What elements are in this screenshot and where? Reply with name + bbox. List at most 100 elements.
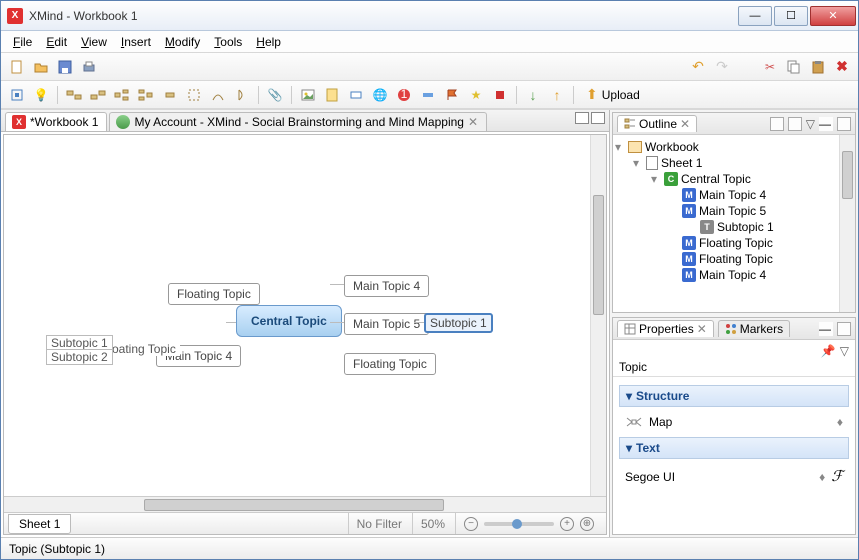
redo-icon[interactable]: ↷ [712,57,732,77]
properties-close-icon[interactable]: ✕ [697,322,707,336]
zoom-fit-button[interactable]: ⊕ [580,517,594,531]
upload-button[interactable]: ⬆ Upload [580,84,646,105]
zoom-slider[interactable] [484,522,554,526]
tab-minimize-icon[interactable] [575,112,589,124]
outline-max-icon[interactable] [837,117,851,131]
menu-edit[interactable]: Edit [40,33,73,51]
parent-topic-icon[interactable] [136,85,156,105]
drilldown-icon[interactable] [7,85,27,105]
attachment-icon[interactable]: 📎 [265,85,285,105]
new-icon[interactable] [7,57,27,77]
canvas-hscroll[interactable] [4,496,606,512]
floating-topic-icon[interactable] [160,85,180,105]
delete-icon[interactable]: ✖ [832,57,852,77]
cut-icon[interactable]: ✂ [760,57,780,77]
node-floating-2[interactable]: Floating Topic [344,353,436,375]
outline-tree[interactable]: ▾Workbook▾Sheet 1▾CCentral Topic MMain T… [613,135,855,312]
close-button[interactable]: ✕ [810,6,856,26]
outline-item[interactable]: MMain Topic 4 [615,187,853,203]
node-main-topic-5[interactable]: Main Topic 5 [344,313,429,335]
move-down-icon[interactable]: ↓ [523,85,543,105]
outline-item[interactable]: MFloating Topic [615,251,853,267]
minimize-button[interactable]: — [738,6,772,26]
outline-item[interactable]: ▾CCentral Topic [615,171,853,187]
outline-item[interactable]: MFloating Topic [615,235,853,251]
boundary-icon[interactable] [184,85,204,105]
node-subtopic-2[interactable]: Subtopic 2 [46,349,113,365]
zoom-in-button[interactable]: + [560,517,574,531]
copy-icon[interactable] [784,57,804,77]
notes-icon[interactable] [322,85,342,105]
brainstorm-icon[interactable]: 💡 [31,85,51,105]
menu-insert[interactable]: Insert [115,33,157,51]
props-max-icon[interactable] [837,322,851,336]
label-icon[interactable] [346,85,366,105]
font-selector[interactable]: Segoe UI ♦ ℱ [619,463,849,490]
zoom-out-button[interactable]: − [464,517,478,531]
expand-icon[interactable]: ▾ [651,172,661,186]
outline-min-icon[interactable]: — [819,117,833,131]
sheet-tab[interactable]: Sheet 1 [8,514,71,534]
tab-maximize-icon[interactable] [591,112,605,124]
spinner-icon[interactable]: ♦ [819,470,825,484]
outline-item[interactable]: MMain Topic 4 [615,267,853,283]
canvas-vscroll[interactable] [590,135,606,496]
menu-tools[interactable]: Tools [208,33,248,51]
filter-status[interactable]: No Filter [348,513,410,534]
marker-task-icon[interactable] [418,85,438,105]
subtopic-icon[interactable] [112,85,132,105]
summary-icon[interactable] [232,85,252,105]
properties-tab[interactable]: Properties ✕ [617,320,714,337]
node-floating-1[interactable]: Floating Topic [168,283,260,305]
outline-tab[interactable]: Outline ✕ [617,115,697,132]
print-icon[interactable] [79,57,99,77]
node-central-topic[interactable]: Central Topic [236,305,342,337]
props-menu-icon[interactable]: ▽ [840,344,849,358]
image-icon[interactable] [298,85,318,105]
marker-square-icon[interactable] [490,85,510,105]
outline-vscroll[interactable] [839,135,855,312]
structure-selector[interactable]: Map ♦ [619,411,849,433]
expand-icon[interactable]: ▾ [615,140,625,154]
node-main-topic-4[interactable]: Main Topic 4 [344,275,429,297]
spinner-icon[interactable]: ♦ [837,415,843,429]
expand-icon[interactable]: ▾ [633,156,643,170]
pin-icon[interactable]: 📌 [821,344,836,358]
hyperlink-icon[interactable]: 🌐 [370,85,390,105]
open-icon[interactable] [31,57,51,77]
menu-modify[interactable]: Modify [159,33,206,51]
outline-item[interactable]: MMain Topic 5 [615,203,853,219]
outline-item[interactable]: ▾Sheet 1 [615,155,853,171]
tab-browser[interactable]: My Account - XMind - Social Brainstormin… [109,112,487,131]
font-dialog-icon[interactable]: ℱ [831,467,843,486]
menu-help[interactable]: Help [250,33,287,51]
section-text[interactable]: ▾ Text [619,437,849,459]
mindmap-canvas[interactable]: Central Topic Main Topic 4 Main Topic 5 … [4,135,606,496]
section-structure[interactable]: ▾ Structure [619,385,849,407]
move-up-icon[interactable]: ↑ [547,85,567,105]
outline-item[interactable]: ▾Workbook [615,139,853,155]
menu-file[interactable]: File [7,33,38,51]
topic-before-icon[interactable] [88,85,108,105]
marker-star-icon[interactable]: ★ [466,85,486,105]
outline-close-icon[interactable]: ✕ [680,117,690,131]
zoom-value[interactable]: 50% [412,513,453,534]
tab-close-icon[interactable]: ✕ [468,115,478,129]
node-subtopic-1-selected[interactable]: Subtopic 1 [424,313,493,333]
paste-icon[interactable] [808,57,828,77]
markers-tab[interactable]: Markers [718,320,790,337]
props-min-icon[interactable]: — [819,322,833,336]
outline-view1-icon[interactable] [770,117,784,131]
tab-workbook[interactable]: X *Workbook 1 [5,112,107,131]
topic-after-icon[interactable] [64,85,84,105]
outline-item[interactable]: TSubtopic 1 [615,219,853,235]
outline-view2-icon[interactable] [788,117,802,131]
marker-priority-icon[interactable]: 1 [394,85,414,105]
relationship-icon[interactable] [208,85,228,105]
marker-flag-icon[interactable] [442,85,462,105]
save-icon[interactable] [55,57,75,77]
outline-menu-icon[interactable]: ▽ [806,117,815,131]
menu-view[interactable]: View [75,33,113,51]
maximize-button[interactable]: ☐ [774,6,808,26]
undo-icon[interactable]: ↶ [688,57,708,77]
